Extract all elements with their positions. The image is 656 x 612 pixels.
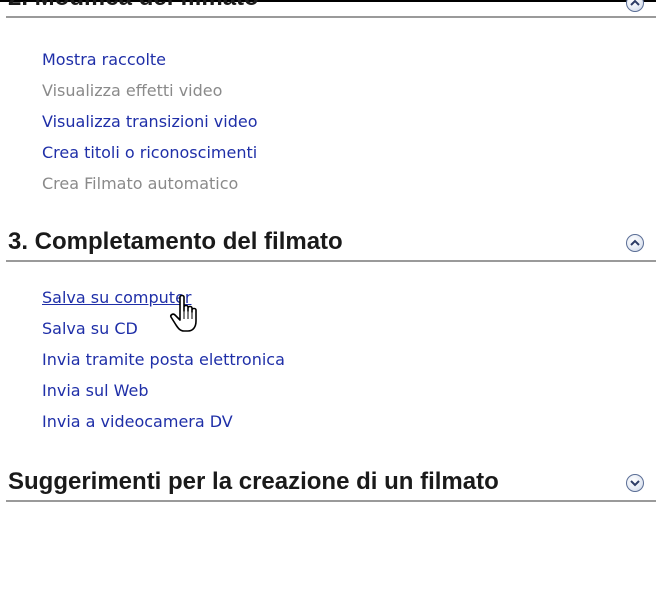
collapse-edit-button[interactable] — [626, 0, 644, 12]
task-send-email[interactable]: Invia tramite posta elettronica — [42, 344, 285, 375]
collapse-finish-button[interactable] — [626, 234, 644, 252]
section-header-edit[interactable]: 2. Modifica del filmato — [0, 0, 656, 22]
section-edit-movie: 2. Modifica del filmato Mostra raccolte … — [0, 0, 656, 193]
expand-tips-button[interactable] — [626, 474, 644, 492]
task-save-to-computer[interactable]: Salva su computer — [42, 282, 285, 313]
task-view-video-transitions[interactable]: Visualizza transizioni video — [42, 106, 257, 137]
section-title-edit: 2. Modifica del filmato — [8, 0, 259, 14]
chevron-down-icon — [630, 480, 640, 487]
task-show-collections[interactable]: Mostra raccolte — [42, 44, 257, 75]
section-divider — [6, 260, 656, 262]
chevron-up-icon — [630, 239, 640, 246]
section-title-finish: 3. Completamento del filmato — [8, 228, 343, 255]
finish-task-list: Salva su computer Salva su CD Invia tram… — [42, 282, 285, 437]
edit-task-list: Mostra raccolte Visualizza effetti video… — [42, 44, 257, 199]
task-make-automovie: Crea Filmato automatico — [42, 174, 239, 193]
task-send-web[interactable]: Invia sul Web — [42, 375, 285, 406]
section-header-tips[interactable]: Suggerimenti per la creazione di un film… — [0, 466, 656, 506]
task-save-to-cd[interactable]: Salva su CD — [42, 313, 285, 344]
task-make-titles-credits[interactable]: Crea titoli o riconoscimenti — [42, 137, 257, 168]
movie-tasks-pane: 2. Modifica del filmato Mostra raccolte … — [0, 0, 656, 612]
section-tips: Suggerimenti per la creazione di un film… — [0, 466, 656, 506]
section-header-finish[interactable]: 3. Completamento del filmato — [0, 226, 656, 266]
task-send-dv-camera[interactable]: Invia a videocamera DV — [42, 406, 285, 437]
section-divider — [6, 500, 656, 502]
task-view-video-effects: Visualizza effetti video — [42, 81, 223, 100]
section-divider — [6, 16, 656, 18]
chevron-up-icon — [630, 0, 640, 6]
section-finish-movie: 3. Completamento del filmato Salva su co… — [0, 226, 656, 431]
section-title-tips: Suggerimenti per la creazione di un film… — [8, 468, 499, 495]
